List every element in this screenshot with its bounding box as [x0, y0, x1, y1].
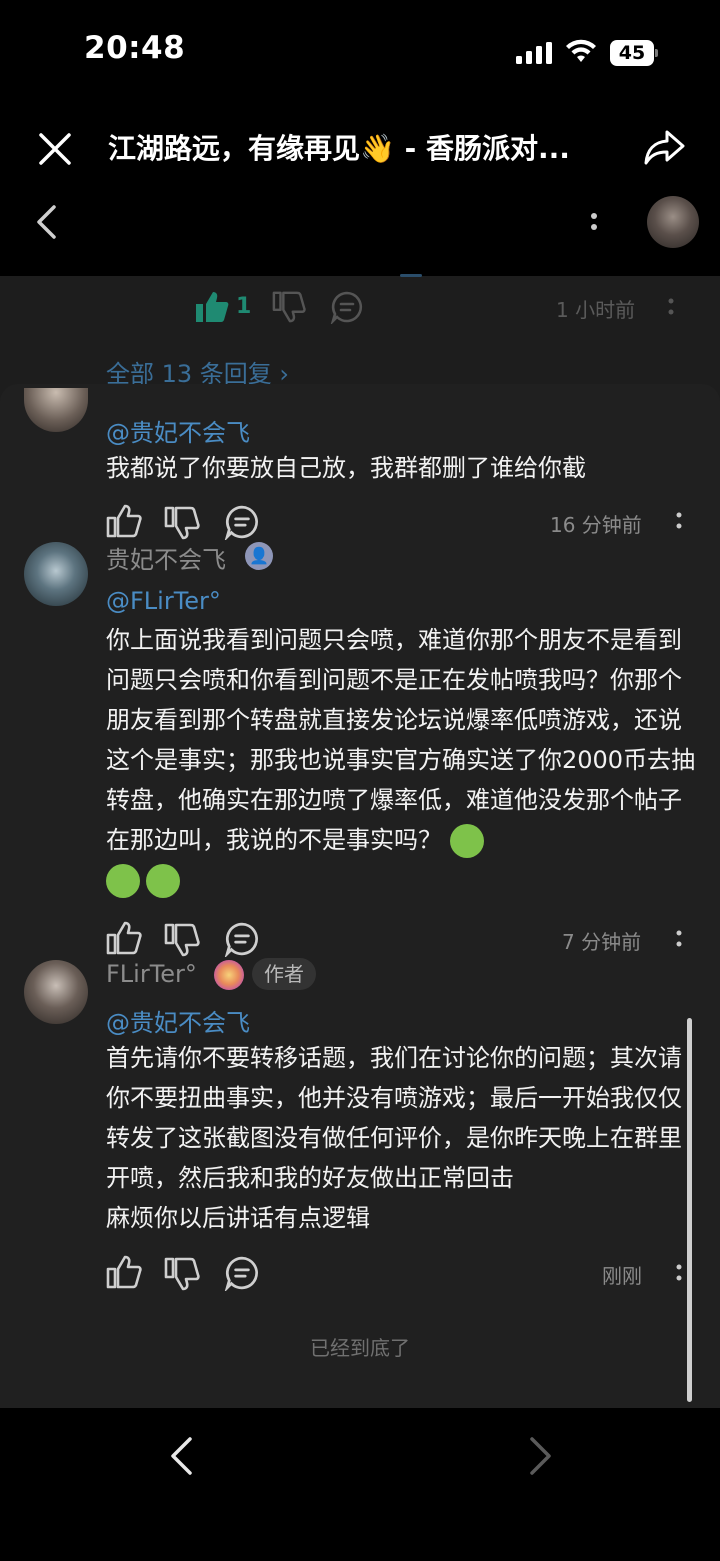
browser-bottom-bar [0, 1408, 720, 1561]
comment-text: 首先请你不要转移话题，我们在讨论你的问题；其次请你不要扭曲事实，他并没有喷游戏；… [106, 1044, 682, 1232]
comment-time: 刚刚 [602, 1264, 642, 1288]
commenter-avatar[interactable] [24, 542, 88, 606]
more-vertical-icon[interactable] [674, 928, 684, 950]
vomit-emoji-icon [146, 864, 180, 898]
dislike-icon[interactable] [164, 922, 200, 958]
commenter-username[interactable]: 贵妃不会飞 [106, 540, 226, 575]
more-vertical-icon[interactable] [666, 296, 676, 318]
reply-mention[interactable]: @贵妃不会飞 [106, 1003, 250, 1038]
comment-text: 我都说了你要放自己放，我群都删了谁给你截 [106, 454, 586, 482]
comment-icon[interactable] [224, 1255, 260, 1291]
battery-icon: 45 [610, 40, 658, 66]
nav-forward-icon[interactable] [528, 1436, 554, 1476]
close-icon[interactable] [38, 132, 72, 166]
reply-mention[interactable]: @贵妃不会飞 [106, 413, 250, 448]
comment-icon[interactable] [224, 504, 260, 540]
author-badge: 作者 [252, 958, 316, 990]
like-filled-icon[interactable] [194, 290, 230, 324]
flower-badge-icon [214, 960, 244, 990]
more-vertical-icon[interactable] [588, 208, 600, 236]
vomit-emoji-icon [449, 824, 484, 858]
comment-icon[interactable] [224, 921, 260, 957]
vomit-emoji-icon [106, 864, 140, 898]
battery-level: 45 [618, 42, 646, 64]
user-avatar[interactable] [647, 196, 699, 248]
reply-mention[interactable]: @FLirTer° [106, 587, 221, 615]
more-vertical-icon[interactable] [674, 510, 684, 532]
verified-user-icon: 👤 [245, 542, 273, 570]
drag-handle[interactable] [400, 274, 422, 277]
like-icon[interactable] [106, 920, 142, 956]
end-of-list-text: 已经到底了 [310, 1336, 410, 1360]
comment-text-content: 你上面说我看到问题只会喷，难道你那个朋友不是看到问题只会喷和你看到问题不是正在发… [106, 626, 696, 854]
like-count: 1 [236, 294, 252, 319]
comment-icon[interactable] [330, 290, 364, 324]
back-chevron-icon[interactable] [34, 204, 58, 240]
cell-signal-icon [516, 42, 552, 64]
dislike-icon[interactable] [272, 290, 306, 324]
page-title: 江湖路远，有缘再见👋 - 香肠派对... [108, 132, 570, 165]
comment-time: 16 分钟前 [550, 513, 642, 537]
comment-time: 7 分钟前 [562, 930, 642, 954]
share-icon[interactable] [643, 128, 687, 168]
wifi-icon [566, 39, 596, 62]
commenter-avatar[interactable] [24, 960, 88, 1024]
dislike-icon[interactable] [164, 505, 200, 541]
nav-back-icon[interactable] [168, 1436, 194, 1476]
commenter-username[interactable]: FLirTer° [106, 960, 197, 988]
comment-time: 1 小时前 [556, 298, 636, 322]
like-icon[interactable] [106, 503, 142, 539]
scrollbar[interactable] [687, 1018, 692, 1402]
dislike-icon[interactable] [164, 1256, 200, 1292]
status-time: 20:48 [84, 30, 186, 66]
like-icon[interactable] [106, 1254, 142, 1290]
more-vertical-icon[interactable] [674, 1262, 684, 1284]
comment-text: 你上面说我看到问题只会喷，难道你那个朋友不是看到问题只会喷和你看到问题不是正在发… [106, 620, 696, 900]
